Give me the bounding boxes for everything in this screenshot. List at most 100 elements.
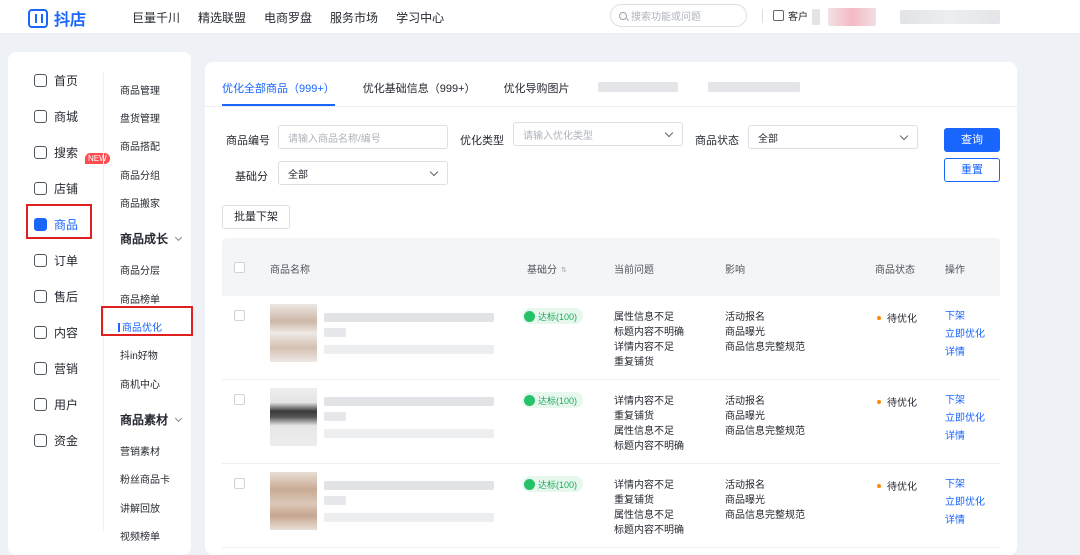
sidebar-item-mall[interactable]: 商城: [8, 103, 103, 129]
sidebar-item-funds[interactable]: 资金: [8, 427, 103, 453]
submenu-group-growth[interactable]: 商品成长: [120, 230, 183, 247]
reset-button[interactable]: 重置: [944, 158, 1000, 182]
submenu-item[interactable]: 商品搬家: [120, 195, 160, 210]
product-id-redacted: [324, 345, 494, 354]
sidebar-item-after-sales[interactable]: 售后: [8, 283, 103, 309]
issue-item: 标题内容不明确: [614, 327, 684, 338]
effect-item: 商品曝光: [725, 327, 765, 338]
select-all-checkbox[interactable]: [234, 262, 245, 273]
top-nav-item[interactable]: 精选联盟: [198, 9, 246, 26]
score-select[interactable]: 全部: [278, 161, 448, 185]
sidebar-item-order[interactable]: 订单: [8, 247, 103, 273]
logo-text: 抖店: [54, 12, 87, 29]
download-icon[interactable]: [773, 10, 784, 21]
tab-redacted[interactable]: [707, 82, 800, 92]
row-checkbox[interactable]: [234, 394, 245, 405]
details-link[interactable]: 详情: [945, 428, 985, 446]
issues-list: 详情内容不足 重复铺货 属性信息不足 标题内容不明确: [614, 394, 684, 454]
logo[interactable]: 抖店: [28, 6, 86, 30]
row-checkbox[interactable]: [234, 478, 245, 489]
sidebar-item-label: 商城: [54, 109, 79, 124]
issues-list: 属性信息不足 标题内容不明确 详情内容不足 重复铺货: [614, 310, 684, 370]
tab-bar: 优化全部商品（999+） 优化基础信息（999+） 优化导购图片: [222, 80, 800, 106]
top-nav-item[interactable]: 服务市场: [330, 9, 378, 26]
issue-item: 详情内容不足: [614, 342, 674, 353]
score-badge-text: 达标(100): [538, 395, 578, 406]
batch-delist-button[interactable]: 批量下架: [222, 205, 290, 229]
sidebar-item-label: 内容: [54, 325, 79, 340]
tab-guide-images[interactable]: 优化导购图片: [504, 80, 570, 106]
submenu-item[interactable]: 盘货管理: [120, 110, 160, 125]
details-link[interactable]: 详情: [945, 344, 985, 362]
submenu-item[interactable]: 商品榜单: [120, 291, 160, 306]
col-effect: 影响: [725, 265, 745, 276]
effect-item: 商品曝光: [725, 411, 765, 422]
sidebar-item-marketing[interactable]: 营销: [8, 355, 103, 381]
effects-list: 活动报名 商品曝光 商品信息完整规范: [725, 310, 805, 355]
details-link[interactable]: 详情: [945, 512, 985, 530]
product-title-redacted[interactable]: [324, 397, 494, 406]
status-dot: [877, 399, 881, 404]
score-badge-text: 达标(100): [538, 311, 578, 322]
status-text: 待优化: [887, 482, 917, 493]
search-icon: [34, 145, 47, 159]
delist-link[interactable]: 下架: [945, 392, 985, 410]
col-score[interactable]: 基础分 ⇅: [527, 261, 567, 276]
effect-item: 活动报名: [725, 312, 765, 323]
tab-basic-info[interactable]: 优化基础信息（999+）: [363, 80, 476, 106]
submenu-item[interactable]: 粉丝商品卡: [120, 471, 170, 486]
status-cell: 待优化: [877, 478, 917, 493]
sidebar-item-user[interactable]: 用户: [8, 391, 103, 417]
sidebar-item-label: 搜索: [54, 145, 79, 160]
product-image[interactable]: [270, 304, 317, 362]
sidebar-item-shop[interactable]: 店铺: [8, 175, 103, 201]
opt-type-select[interactable]: 请输入优化类型: [513, 122, 683, 146]
query-button[interactable]: 查询: [944, 128, 1000, 152]
submenu-item[interactable]: 商品分层: [120, 262, 160, 277]
submenu-item[interactable]: 抖in好物: [120, 347, 158, 362]
submenu-item[interactable]: 商品管理: [120, 82, 160, 97]
status-select[interactable]: 全部: [748, 125, 918, 149]
divider: [762, 8, 763, 23]
row-checkbox[interactable]: [234, 310, 245, 321]
status-text: 待优化: [887, 314, 917, 325]
sidebar-item-home[interactable]: 首页: [8, 67, 103, 93]
product-title-redacted[interactable]: [324, 313, 494, 322]
delist-link[interactable]: 下架: [945, 476, 985, 494]
delist-link[interactable]: 下架: [945, 308, 985, 326]
effect-item: 商品信息完整规范: [725, 342, 805, 353]
sidebar: 首页 商城 搜索 店铺 商品 订单 售后 内容 营销 用户 资金 NEW 商品管…: [8, 52, 193, 555]
top-nav-item[interactable]: 学习中心: [396, 9, 444, 26]
issue-item: 重复铺货: [614, 495, 654, 506]
product-title-redacted[interactable]: [324, 481, 494, 490]
top-nav-item[interactable]: 电商罗盘: [264, 9, 312, 26]
tab-redacted[interactable]: [597, 82, 678, 92]
optimize-now-link[interactable]: 立即优化: [945, 410, 985, 428]
submenu-group-material[interactable]: 商品素材: [120, 411, 183, 428]
product-image[interactable]: [270, 388, 317, 446]
optimize-now-link[interactable]: 立即优化: [945, 494, 985, 512]
table-row: 达标(100) 详情内容不足 重复铺货 属性信息不足 标题内容不明确 活动报名 …: [222, 380, 1000, 464]
submenu-item[interactable]: 营销素材: [120, 443, 160, 458]
top-nav-item[interactable]: 巨量千川: [132, 9, 180, 26]
status-label: 商品状态: [695, 135, 739, 147]
search-input[interactable]: 搜索功能或问题: [610, 4, 747, 27]
sidebar-item-content[interactable]: 内容: [8, 319, 103, 345]
submenu-item[interactable]: 商品分组: [120, 167, 160, 182]
submenu-item[interactable]: 讲解回放: [120, 500, 160, 515]
pass-icon: [524, 310, 535, 322]
submenu-item[interactable]: 视频榜单: [120, 528, 160, 543]
product-title-redacted: [324, 412, 346, 421]
submenu-item[interactable]: 商机中心: [120, 376, 160, 391]
actions-cell: 下架 立即优化 详情: [945, 476, 985, 530]
product-id-input[interactable]: 请输入商品名称/编号: [278, 125, 448, 149]
col-score-label: 基础分: [527, 265, 557, 276]
client-label[interactable]: 客户: [788, 8, 808, 23]
submenu-item[interactable]: 商品搭配: [120, 138, 160, 153]
tab-all-products[interactable]: 优化全部商品（999+）: [222, 80, 335, 106]
sidebar-item-label: 售后: [54, 289, 79, 304]
optimize-now-link[interactable]: 立即优化: [945, 326, 985, 344]
search-icon: [619, 11, 627, 20]
product-image[interactable]: [270, 472, 317, 530]
status-cell: 待优化: [877, 394, 917, 409]
